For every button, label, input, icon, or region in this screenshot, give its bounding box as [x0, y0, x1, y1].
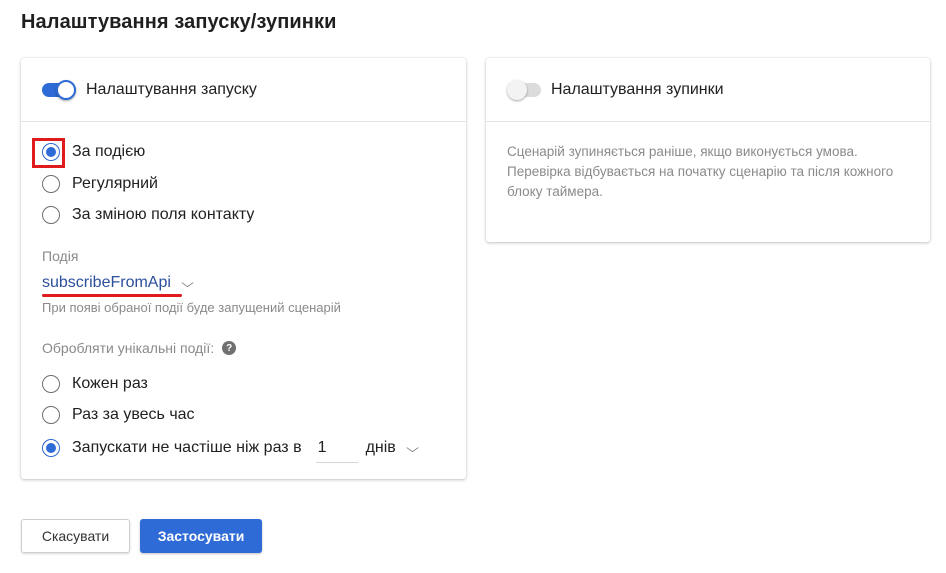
- interval-input[interactable]: [315, 433, 358, 463]
- chevron-down-icon[interactable]: ⌵: [181, 276, 194, 291]
- cancel-button[interactable]: Скасувати: [21, 519, 130, 553]
- event-select[interactable]: subscribeFromApi ⌵: [42, 274, 194, 292]
- radio-trigger-regular[interactable]: Регулярний: [42, 173, 158, 195]
- stop-settings-toggle[interactable]: [507, 79, 541, 100]
- event-underline-annotation: [42, 294, 182, 297]
- radio-label: Регулярний: [72, 175, 158, 192]
- apply-button[interactable]: Застосувати: [140, 519, 262, 553]
- start-settings-toggle[interactable]: [42, 79, 76, 100]
- stop-settings-card: Налаштування зупинки Сценарій зупиняєтьс…: [486, 58, 930, 242]
- radio-label: Запускати не частіше ніж раз в: [72, 439, 302, 456]
- radio-label: Кожен раз: [72, 375, 148, 392]
- page: Налаштування запуску/зупинки Налаштуванн…: [0, 0, 946, 573]
- radio-button[interactable]: [42, 206, 60, 224]
- radio-button[interactable]: [42, 175, 60, 193]
- radio-button[interactable]: [42, 406, 60, 424]
- radio-button[interactable]: [42, 375, 60, 393]
- toggle-thumb: [56, 79, 76, 100]
- radio-label: За подією: [72, 143, 146, 160]
- toggle-thumb: [507, 79, 527, 100]
- stop-settings-header: Налаштування зупинки: [486, 58, 930, 122]
- start-settings-label: Налаштування запуску: [86, 80, 257, 98]
- event-field-label: Подія: [42, 248, 79, 264]
- radio-unique-interval[interactable]: Запускати не частіше ніж раз в днів ⌵: [42, 433, 419, 463]
- unique-events-label-text: Обробляти унікальні події:: [42, 340, 215, 356]
- page-title: Налаштування запуску/зупинки: [21, 11, 337, 33]
- radio-unique-every-time[interactable]: Кожен раз: [42, 373, 148, 395]
- event-hint: При появі обраної події буде запущений с…: [42, 300, 341, 315]
- radio-button-checked[interactable]: [42, 143, 60, 161]
- start-settings-header: Налаштування запуску: [21, 58, 466, 122]
- help-icon[interactable]: ?: [222, 341, 237, 355]
- stop-settings-description: Сценарій зупиняється раніше, якщо викону…: [507, 144, 894, 199]
- radio-unique-once[interactable]: Раз за увесь час: [42, 404, 195, 426]
- radio-trigger-event[interactable]: За подією: [42, 141, 145, 163]
- radio-label: Раз за увесь час: [72, 406, 195, 423]
- event-select-value: subscribeFromApi: [42, 274, 171, 291]
- radio-button-checked[interactable]: [42, 439, 60, 457]
- radio-trigger-field-change[interactable]: За зміною поля контакту: [42, 204, 254, 226]
- stop-settings-label: Налаштування зупинки: [551, 80, 724, 98]
- start-settings-card: Налаштування запуску За подією Регулярни…: [21, 58, 466, 479]
- interval-unit-value: днів: [365, 439, 396, 456]
- chevron-down-icon[interactable]: ⌵: [406, 441, 419, 456]
- radio-label: За зміною поля контакту: [72, 206, 255, 223]
- interval-unit-select[interactable]: днів ⌵: [365, 439, 419, 457]
- unique-events-label: Обробляти унікальні події: ?: [42, 340, 237, 356]
